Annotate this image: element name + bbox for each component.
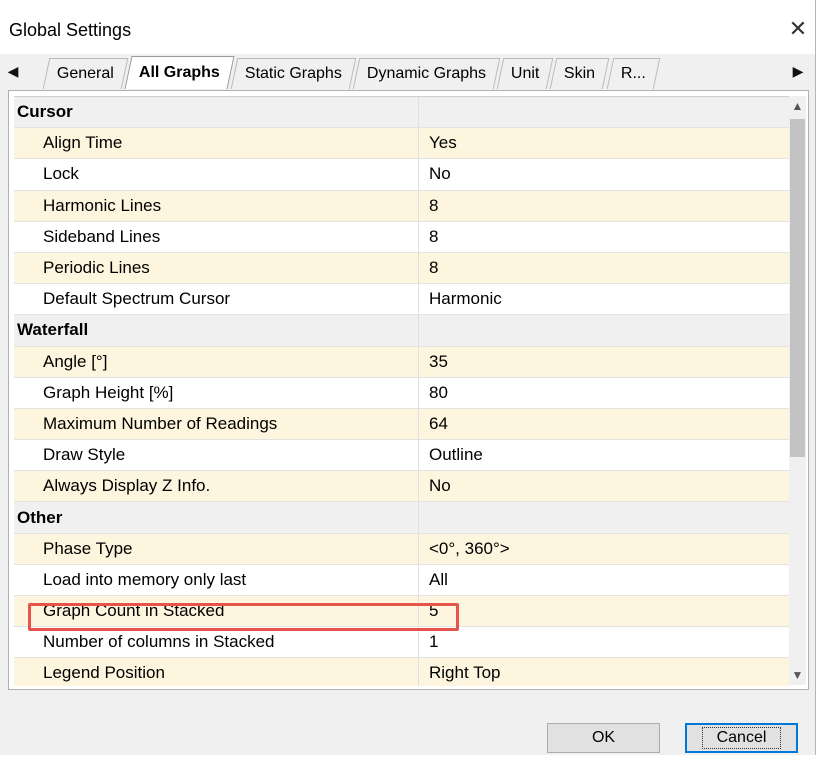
property-value[interactable]: <0°, 360°> (418, 533, 510, 564)
tab-skin[interactable]: Skin (550, 58, 610, 89)
cancel-button-label: Cancel (701, 727, 782, 749)
property-name: Angle [°] (43, 351, 108, 371)
property-row[interactable]: Align Time Yes (14, 128, 789, 160)
tab-r[interactable]: R... (606, 58, 660, 89)
property-value[interactable]: 8 (418, 190, 438, 221)
property-row[interactable]: Maximum Number of Readings 64 (14, 408, 789, 441)
tab-scroll-left-icon[interactable]: ◀ (6, 60, 20, 82)
vertical-scrollbar[interactable]: ▲ ▼ (789, 96, 806, 685)
property-value[interactable]: 35 (418, 346, 448, 377)
property-value[interactable]: 1 (418, 627, 438, 658)
tab-unit[interactable]: Unit (496, 58, 554, 89)
property-value[interactable]: Outline (418, 440, 483, 471)
property-row[interactable]: Default Spectrum Cursor Harmonic (14, 284, 789, 316)
property-row[interactable]: Legend Position Right Top (14, 658, 789, 686)
section-header[interactable]: Waterfall (14, 315, 789, 347)
property-value[interactable]: 8 (418, 252, 438, 284)
tab-label: Static Graphs (244, 65, 342, 82)
tab-label: Unit (510, 65, 540, 82)
section-title: Waterfall (17, 320, 89, 340)
section-title: Cursor (17, 102, 73, 122)
property-row[interactable]: Harmonic Lines 8 (14, 190, 789, 222)
property-name: Always Display Z Info. (43, 476, 211, 496)
tab-label: R... (620, 65, 646, 82)
section-title: Other (17, 507, 63, 527)
property-name: Align Time (43, 133, 123, 153)
property-value[interactable]: Yes (418, 128, 457, 159)
section-value-cell (418, 315, 429, 346)
tab-label: General (56, 65, 114, 82)
title-bar: Global Settings ✕ (0, 0, 815, 54)
property-row[interactable]: Draw Style Outline (14, 440, 789, 472)
property-name: Legend Position (43, 663, 165, 683)
property-name: Maximum Number of Readings (43, 413, 278, 433)
tab-all-graphs[interactable]: All Graphs (124, 56, 235, 89)
tab-list: General All Graphs Static Graphs Dynamic Gr… (42, 56, 660, 90)
property-value[interactable]: 64 (418, 408, 448, 440)
ok-button[interactable]: OK (547, 723, 660, 753)
section-header[interactable]: Cursor (14, 97, 789, 129)
ok-button-label: OK (591, 729, 616, 746)
property-name: Graph Height [%] (43, 382, 174, 402)
global-settings-dialog: Global Settings ✕ ◀ General All Graphs Sta… (0, 0, 816, 755)
scroll-up-icon[interactable]: ▲ (789, 96, 806, 116)
property-value[interactable]: No (418, 159, 451, 190)
property-row[interactable]: Number of columns in Stacked 1 (14, 627, 789, 659)
property-name: Number of columns in Stacked (43, 632, 275, 652)
property-row[interactable]: Angle [°] 35 (14, 346, 789, 378)
property-row[interactable]: Phase Type <0°, 360°> (14, 533, 789, 565)
close-icon[interactable]: ✕ (781, 12, 815, 46)
tab-label: Dynamic Graphs (366, 65, 486, 82)
property-name: Load into memory only last (43, 569, 247, 589)
property-name: Periodic Lines (43, 258, 150, 278)
property-name: Harmonic Lines (43, 195, 162, 215)
property-name: Sideband Lines (43, 226, 161, 246)
tab-label: Skin (564, 65, 596, 82)
highlight-box (28, 603, 459, 631)
scroll-down-icon[interactable]: ▼ (789, 665, 806, 685)
property-row[interactable]: Load into memory only last All (14, 564, 789, 596)
property-name: Draw Style (43, 445, 126, 465)
property-row[interactable]: Always Display Z Info. No (14, 471, 789, 503)
tab-label: All Graphs (138, 64, 220, 81)
section-header[interactable]: Other (14, 502, 789, 534)
property-value[interactable]: 80 (418, 377, 448, 408)
tab-general[interactable]: General (42, 58, 129, 89)
dialog-title: Global Settings (9, 20, 132, 40)
property-grid[interactable]: Cursor Align Time Yes Lock No Harmonic Lines 8… (14, 96, 789, 686)
tab-bar: ◀ General All Graphs Static Graphs Dynamic … (0, 54, 815, 90)
property-row[interactable]: Periodic Lines 8 (14, 252, 789, 285)
cancel-button[interactable]: Cancel (685, 723, 798, 753)
property-row[interactable]: Sideband Lines 8 (14, 221, 789, 253)
property-value[interactable]: All (418, 564, 448, 595)
property-name: Lock (43, 164, 79, 184)
section-value-cell (418, 502, 429, 533)
property-value[interactable]: No (418, 471, 451, 502)
tab-dynamic-graphs[interactable]: Dynamic Graphs (352, 58, 501, 89)
tab-scroll-right-icon[interactable]: ▶ (791, 60, 805, 82)
section-value-cell (418, 97, 429, 128)
property-name: Default Spectrum Cursor (43, 289, 231, 309)
tab-static-graphs[interactable]: Static Graphs (230, 58, 357, 89)
property-value[interactable]: 8 (418, 221, 438, 252)
property-value[interactable]: Right Top (418, 658, 501, 686)
property-row[interactable]: Lock No (14, 159, 789, 191)
property-name: Phase Type (43, 538, 133, 558)
property-value[interactable]: Harmonic (418, 284, 502, 315)
property-row[interactable]: Graph Height [%] 80 (14, 377, 789, 409)
scroll-thumb[interactable] (790, 119, 805, 457)
